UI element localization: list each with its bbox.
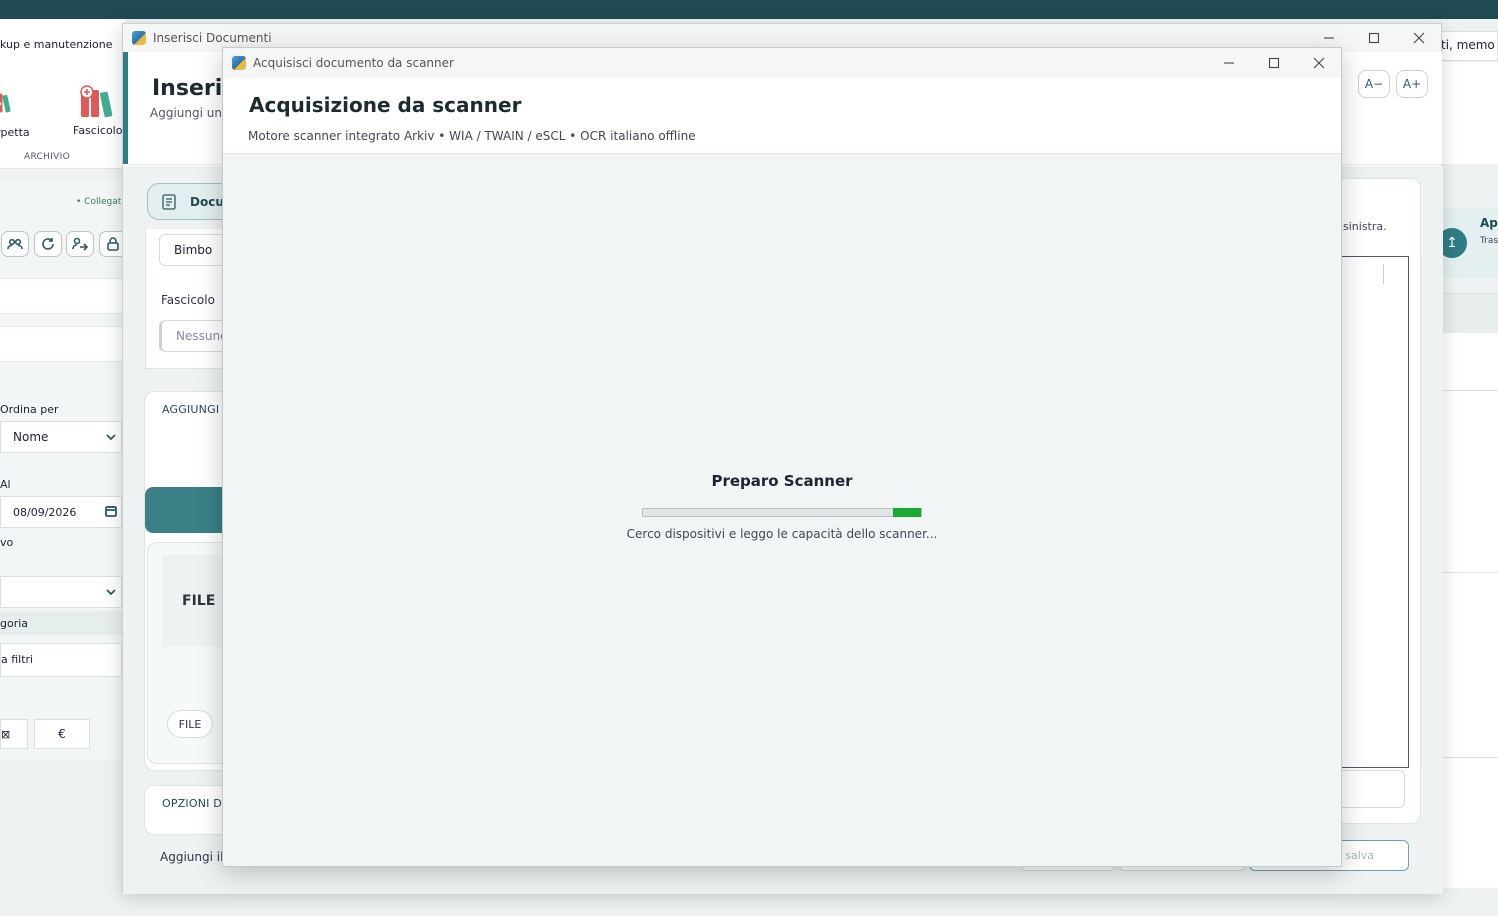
calendar-icon[interactable] — [105, 505, 117, 517]
lock-icon — [107, 237, 119, 251]
folder-binders-add-icon — [80, 85, 113, 118]
list-row — [1440, 573, 1498, 758]
sort-value: Nome — [13, 430, 49, 444]
category-label: goria — [0, 617, 29, 630]
close-button[interactable] — [1296, 48, 1342, 78]
accent-bar — [123, 52, 128, 164]
export-button[interactable]: ⊠ — [0, 719, 28, 749]
reset-filters-button[interactable]: a filtri — [0, 643, 122, 677]
users-link-icon — [7, 238, 23, 250]
chevron-down-icon — [105, 431, 116, 441]
font-increase-button[interactable]: A+ — [1396, 70, 1428, 98]
desktop-top-bar — [0, 0, 1498, 19]
search-input-partial[interactable]: ti, memo — [1440, 31, 1498, 61]
minimize-button[interactable] — [1206, 48, 1252, 78]
close-icon — [1413, 32, 1425, 44]
save-label: salva — [1345, 849, 1374, 862]
ribbon-item-fascicolo[interactable]: Fascicolo — [73, 84, 122, 137]
field-label: vo — [0, 536, 14, 549]
close-button[interactable] — [1396, 24, 1442, 52]
dialog-subheading: Motore scanner integrato Arkiv • WIA / T… — [248, 129, 696, 143]
minimize-icon — [1224, 62, 1234, 64]
status-detail: Cerco dispositivi e leggo le capacità de… — [626, 527, 938, 541]
preview-hint: sinistra. — [1343, 220, 1387, 233]
file-chip[interactable]: FILE — [167, 710, 213, 738]
dialog-titlebar: Acquisisci documento da scanner — [223, 48, 1341, 78]
ribbon-title: kup e manutenzione — [0, 38, 113, 51]
list-row — [1440, 758, 1498, 888]
date-to-label: Al — [0, 478, 11, 491]
reset-filters-label: a filtri — [1, 653, 34, 666]
maximize-button[interactable] — [1251, 48, 1297, 78]
maximize-icon — [1368, 32, 1380, 44]
section-title: OPZIONI DO — [162, 797, 231, 810]
app-icon — [132, 31, 146, 45]
users-link-button[interactable] — [1, 231, 29, 257]
ribbon-item-cartella[interactable]: rpetta — [0, 86, 30, 139]
folder-binders-icon — [0, 93, 11, 113]
list-row — [1440, 333, 1498, 391]
refresh-icon — [42, 238, 54, 250]
progress-fill — [893, 508, 921, 517]
list-row — [1440, 391, 1498, 573]
page-subtitle: Aggiungi un d — [150, 106, 234, 120]
progress-bar — [642, 508, 922, 517]
list-row — [1440, 293, 1498, 333]
category-row[interactable]: goria — [0, 611, 122, 635]
sort-label: Ordina per — [0, 403, 59, 416]
maximize-icon — [1268, 57, 1280, 69]
sort-select[interactable]: Nome — [0, 421, 122, 453]
dialog-title: Acquisisci documento da scanner — [253, 56, 454, 70]
minimize-icon — [1324, 37, 1334, 39]
chevron-down-icon — [105, 586, 116, 596]
section-title: AGGIUNGI / — [162, 403, 227, 416]
date-to-input[interactable]: 08/09/2026 — [0, 496, 122, 528]
scanner-dialog: Acquisisci documento da scanner Acquisiz… — [222, 47, 1342, 867]
ribbon-group-label: ARCHIVIO — [24, 152, 70, 162]
footer-hint: Aggiungi il — [160, 850, 224, 864]
type-select[interactable] — [0, 576, 122, 608]
ribbon-item-label: rpetta — [0, 126, 30, 139]
euro-button[interactable]: € — [34, 719, 90, 749]
app-icon — [232, 56, 246, 70]
status-title: Preparo Scanner — [711, 472, 853, 490]
filter-field[interactable] — [0, 326, 122, 362]
fascicolo-label: Fascicolo — [161, 293, 215, 307]
divider — [1383, 264, 1384, 284]
date-value: 08/09/2026 — [13, 505, 77, 519]
upload-card-sub: Tras — [1480, 236, 1498, 246]
tab-label: Docu — [190, 194, 224, 209]
ribbon-item-label: Fascicolo — [73, 124, 123, 137]
maximize-button[interactable] — [1351, 24, 1397, 52]
connection-status: • Collegat — [76, 197, 122, 207]
refresh-button[interactable] — [34, 231, 62, 257]
dialog-heading: Acquisizione da scanner — [249, 93, 522, 117]
filter-field[interactable] — [0, 278, 122, 314]
upload-card-title: Apr — [1480, 216, 1498, 230]
document-icon — [162, 193, 176, 210]
close-icon — [1313, 57, 1325, 69]
user-arrow-icon — [72, 237, 88, 251]
right-header — [1440, 62, 1498, 164]
font-decrease-button[interactable]: A− — [1358, 70, 1390, 98]
window-title: Inserisci Documenti — [153, 31, 272, 45]
user-transfer-button[interactable] — [66, 231, 94, 257]
